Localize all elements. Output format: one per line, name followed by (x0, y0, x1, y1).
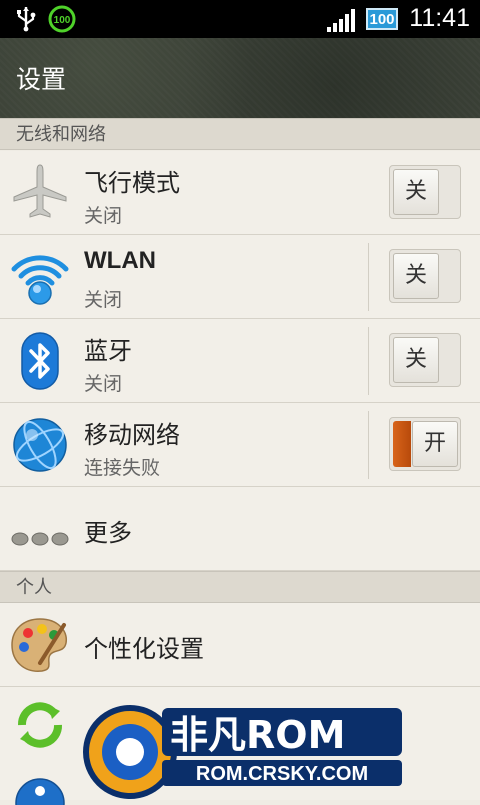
battery-icon: 100 (366, 8, 398, 30)
watermark-brand: 非凡ROM (170, 713, 345, 757)
usb-icon (17, 7, 36, 32)
palette-icon (11, 618, 67, 672)
toggle-label: 关 (393, 253, 439, 299)
status-bar: 100 100 11:41 (0, 0, 480, 38)
row-title: WLAN (84, 247, 156, 274)
page-title: 设置 (16, 65, 67, 94)
row-subtitle: 关闭 (84, 289, 123, 311)
wlan-toggle[interactable]: 关 (389, 249, 461, 303)
row-subtitle: 连接失败 (84, 457, 161, 479)
toggle-label: 关 (393, 337, 439, 383)
battery-circle-text: 100 (54, 15, 71, 26)
airplane-icon (13, 164, 67, 218)
toggle-label: 开 (412, 421, 458, 467)
location-globe-icon (15, 778, 65, 805)
row-title: 蓝牙 (84, 337, 132, 365)
airplane-mode-toggle[interactable]: 关 (389, 165, 461, 219)
row-title: 移动网络 (84, 421, 180, 449)
bluetooth-icon (21, 332, 59, 390)
section-header-personal: 个人 (0, 571, 480, 603)
row-divider (368, 411, 369, 479)
row-title: 更多 (84, 519, 132, 547)
clock: 11:41 (409, 4, 470, 32)
row-title: 飞行模式 (84, 169, 180, 197)
row-divider (368, 243, 369, 311)
row-subtitle: 关闭 (84, 373, 123, 395)
wifi-icon (11, 255, 69, 305)
mobile-network-toggle[interactable]: 开 (389, 417, 461, 471)
globe-icon (13, 418, 67, 472)
row-subtitle: 关闭 (84, 205, 123, 227)
settings-row-more[interactable]: 更多 (0, 487, 480, 571)
signal-icon (327, 9, 355, 32)
toggle-on-indicator (393, 421, 411, 467)
battery-full-notification-icon: 100 (48, 5, 76, 33)
watermark-site: ROM.CRSKY.COM (196, 763, 368, 785)
watermark-logo: 非凡ROM ROM.CRSKY.COM (83, 705, 402, 799)
section-header-wireless: 无线和网络 (0, 118, 480, 150)
row-divider (368, 327, 369, 395)
settings-row-bluetooth[interactable]: 蓝牙 关闭 关 (0, 319, 480, 403)
settings-row-personalize[interactable]: 个性化设置 (0, 603, 480, 687)
more-icon (11, 532, 69, 546)
bluetooth-toggle[interactable]: 关 (389, 333, 461, 387)
title-bar: 设置 (0, 38, 480, 120)
settings-row-airplane-mode[interactable]: 飞行模式 关闭 关 (0, 151, 480, 235)
sync-icon (18, 702, 62, 748)
row-title: 个性化设置 (84, 635, 204, 663)
toggle-label: 关 (393, 169, 439, 215)
settings-row-mobile-network[interactable]: 移动网络 连接失败 开 (0, 403, 480, 487)
settings-row-wlan[interactable]: WLAN 关闭 关 (0, 235, 480, 319)
